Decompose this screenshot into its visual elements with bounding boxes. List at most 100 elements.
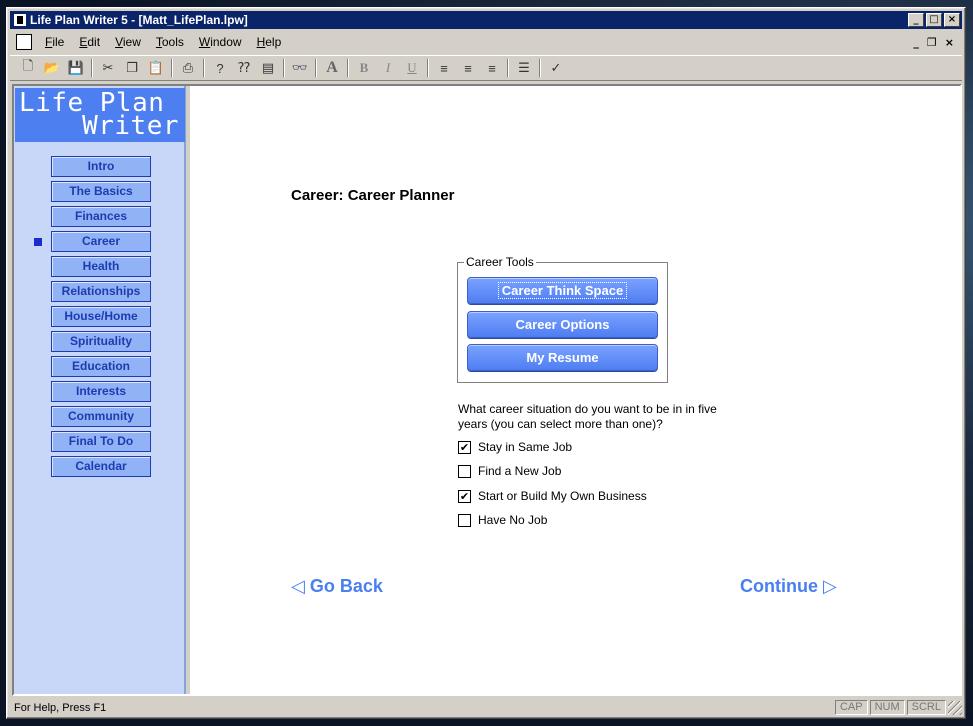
checkbox[interactable]: ✔ [458,440,471,454]
align-left-icon[interactable]: ≡ [432,57,456,79]
new-icon[interactable]: 🗋 [16,57,40,79]
mdi-restore-button[interactable]: ❐ [927,36,937,49]
nav-row: Relationships [14,281,186,306]
toolbar-separator [539,59,541,77]
nav-calendar-button[interactable]: Calendar [51,456,151,477]
question-text: What career situation do you want to be … [458,402,717,431]
menu-edit[interactable]: Edit [72,35,108,49]
align-center-icon[interactable]: ≡ [456,57,480,79]
my-resume-button[interactable]: My Resume [467,344,658,371]
toolbar-separator [91,59,93,77]
document-icon[interactable] [16,34,32,50]
bullets-icon[interactable]: ☰ [512,57,536,79]
underline-icon[interactable]: U [400,57,424,79]
nav-interests-button[interactable]: Interests [51,381,151,402]
nav-community-button[interactable]: Community [51,406,151,427]
app-icon [14,14,26,26]
option-have-no-job[interactable]: Have No Job [458,513,547,527]
nav-career-button[interactable]: Career [51,231,151,252]
nav-intro-button[interactable]: Intro [51,156,151,177]
career-options-button[interactable]: Career Options [467,311,658,338]
menu-help[interactable]: Help [250,35,290,49]
logo-line2: Writer [82,111,179,141]
menu-file[interactable]: File [38,35,72,49]
context-help-icon[interactable]: ⁇ [232,57,256,79]
nav-row: Intro [14,156,186,181]
option-label: Start or Build My Own Business [478,489,647,503]
nav-row: Health [14,256,186,281]
checkbox[interactable]: ✔ [458,489,471,503]
help-icon[interactable]: ? [208,57,232,79]
continue-link[interactable]: Continue ▷ [740,576,837,597]
nav-finances-button[interactable]: Finances [51,206,151,227]
checkbox[interactable] [458,464,471,478]
nav-row: The Basics [14,181,186,206]
app-window: Life Plan Writer 5 - [Matt_LifePlan.lpw]… [6,7,966,719]
minimize-button[interactable]: _ [908,13,924,27]
nav-row: Interests [14,381,186,406]
career-think-space-button[interactable]: Career Think Space [467,277,658,304]
toolbar-separator [171,59,173,77]
title-buttons: _ □ × [908,13,960,27]
nav-list: Intro The Basics Finances Career Health … [14,156,186,481]
title-bar[interactable]: Life Plan Writer 5 - [Matt_LifePlan.lpw]… [10,11,962,29]
num-lock-indicator: NUM [869,700,905,715]
paste-icon[interactable]: 📋 [144,57,168,79]
toolbar-separator [203,59,205,77]
nav-relationships-button[interactable]: Relationships [51,281,151,302]
print-icon[interactable]: ⎙ [176,57,200,79]
nav-the-basics-button[interactable]: The Basics [51,181,151,202]
nav-health-button[interactable]: Health [51,256,151,277]
nav-house-home-button[interactable]: House/Home [51,306,151,327]
copy-icon[interactable]: ❐ [120,57,144,79]
spellcheck-icon[interactable]: ✓ [544,57,568,79]
option-stay-in-same-job[interactable]: ✔ Stay in Same Job [458,440,572,454]
nav-final-to-do-button[interactable]: Final To Do [51,431,151,452]
menu-tools[interactable]: Tools [149,35,192,49]
find-icon[interactable]: 👓 [288,57,312,79]
font-icon[interactable]: A [320,57,344,79]
menu-window[interactable]: Window [192,35,250,49]
scroll-lock-indicator: SCRL [906,700,946,715]
option-start-own-business[interactable]: ✔ Start or Build My Own Business [458,489,647,503]
mdi-minimize-button[interactable]: _ [913,36,919,49]
bold-icon[interactable]: B [352,57,376,79]
client-area: Life Plan Writer Intro The Basics Financ… [12,84,962,696]
status-bar: For Help, Press F1 CAP NUM SCRL [10,698,962,717]
menu-bar: File Edit View Tools Window Help _ ❐ × [10,31,962,53]
open-icon[interactable]: 📂 [40,57,64,79]
notepad-icon[interactable]: ▤ [256,57,280,79]
status-text: For Help, Press F1 [14,701,107,714]
option-label: Stay in Same Job [478,440,573,454]
menu-view[interactable]: View [108,35,149,49]
caps-lock-indicator: CAP [834,700,868,715]
nav-row: Spirituality [14,331,186,356]
option-find-a-new-job[interactable]: Find a New Job [458,464,561,478]
mdi-close-button[interactable]: × [945,36,954,49]
sidebar: Life Plan Writer Intro The Basics Financ… [14,86,186,694]
resize-grip-icon[interactable] [948,700,962,715]
toolbar-separator [315,59,317,77]
nav-row: Education [14,356,186,381]
career-tools-legend: Career Tools [464,255,536,269]
nav-spirituality-button[interactable]: Spirituality [51,331,151,352]
main-panel: Career: Career Planner Career Tools Care… [190,86,960,694]
align-right-icon[interactable]: ≡ [480,57,504,79]
toolbar: 🗋 📂 💾 ✂ ❐ 📋 ⎙ ? ⁇ ▤ 👓 A B I U ≡ ≡ ≡ ☰ ✓ [10,55,962,81]
career-tools-group: Career Tools Career Think Space Career O… [457,255,668,383]
nav-row: Final To Do [14,431,186,456]
cut-icon[interactable]: ✂ [96,57,120,79]
nav-education-button[interactable]: Education [51,356,151,377]
career-think-space-label: Career Think Space [497,282,628,299]
save-icon[interactable]: 💾 [64,57,88,79]
italic-icon[interactable]: I [376,57,400,79]
go-back-link[interactable]: ◁ Go Back [291,576,383,597]
close-button[interactable]: × [944,13,960,27]
nav-row: Calendar [14,456,186,481]
nav-row: Career [14,231,186,256]
toolbar-separator [507,59,509,77]
maximize-button[interactable]: □ [926,13,942,27]
checkbox[interactable] [458,513,471,527]
option-label: Have No Job [478,513,548,527]
app-logo: Life Plan Writer [15,88,185,142]
